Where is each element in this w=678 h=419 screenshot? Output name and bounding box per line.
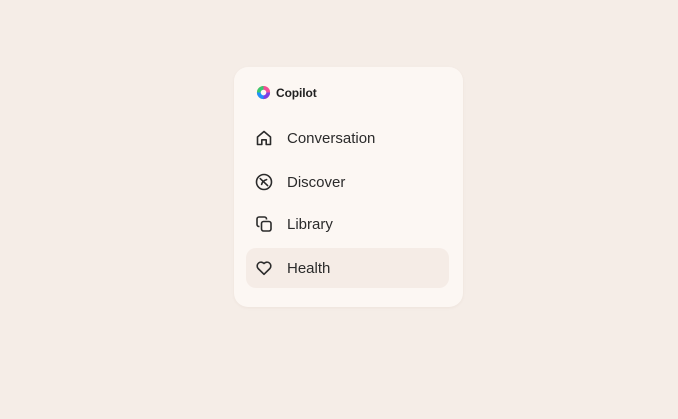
copilot-logo-icon: [256, 85, 271, 100]
nav-item-library[interactable]: Library: [246, 204, 449, 244]
nav-item-conversation[interactable]: Conversation: [246, 118, 449, 158]
nav-label-library: Library: [287, 215, 333, 233]
nav-label-health: Health: [287, 259, 331, 277]
heart-icon: [254, 258, 274, 278]
compass-icon: [254, 172, 274, 192]
brand-name: Copilot: [276, 85, 317, 100]
nav-label-discover: Discover: [287, 173, 346, 191]
library-icon: [254, 214, 274, 234]
nav-item-discover[interactable]: Discover: [246, 162, 449, 202]
nav-label-conversation: Conversation: [287, 129, 376, 147]
copilot-brand[interactable]: Copilot: [256, 85, 317, 100]
home-icon: [254, 128, 274, 148]
copilot-nav-panel: Copilot Conversation Discover Library He…: [234, 67, 463, 307]
nav-item-health[interactable]: Health: [246, 248, 449, 288]
